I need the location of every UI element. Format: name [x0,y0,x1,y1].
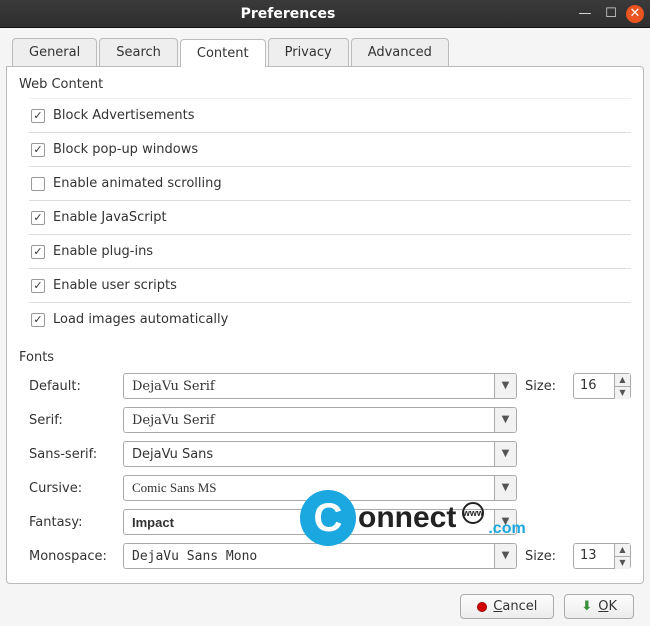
window-title: Preferences [6,6,570,22]
checkbox-icon[interactable] [31,177,45,191]
tab-general[interactable]: General [12,38,97,66]
tab-bar: General Search Content Privacy Advanced [6,38,644,66]
tab-panel-content: Web Content Block Advertisements Block p… [6,66,644,584]
chevron-up-icon[interactable]: ▲ [615,544,630,557]
check-load-images[interactable]: Load images automatically [29,303,631,336]
spin-value: 13 [574,544,614,568]
check-enable-javascript[interactable]: Enable JavaScript [29,201,631,235]
button-label: OK [598,599,617,614]
check-label: Block Advertisements [53,108,195,123]
combo-serif-font[interactable]: DejaVu Serif ▼ [123,407,517,433]
spin-arrows[interactable]: ▲▼ [614,374,630,398]
maximize-button[interactable]: ☐ [600,4,622,24]
label-fantasy-font: Fantasy: [29,515,115,530]
titlebar: Preferences — ☐ ✕ [0,0,650,28]
label-mono-size: Size: [525,549,565,564]
label-serif-font: Serif: [29,413,115,428]
tab-privacy[interactable]: Privacy [268,38,349,66]
stop-icon [477,602,487,612]
check-block-ads[interactable]: Block Advertisements [29,99,631,133]
label-default-font: Default: [29,379,115,394]
check-enable-plugins[interactable]: Enable plug-ins [29,235,631,269]
combo-cursive-font[interactable]: Comic Sans MS ▼ [123,475,517,501]
web-content-checklist: Block Advertisements Block pop-up window… [29,98,631,336]
chevron-down-icon[interactable]: ▼ [494,544,516,568]
chevron-down-icon[interactable]: ▼ [494,476,516,500]
fonts-grid: Default: DejaVu Serif ▼ Size: 16 ▲▼ Seri… [29,373,631,569]
check-label: Enable animated scrolling [53,176,222,191]
combo-mono-font[interactable]: DejaVu Sans Mono ▼ [123,543,517,569]
chevron-up-icon[interactable]: ▲ [615,374,630,387]
spin-default-size[interactable]: 16 ▲▼ [573,373,631,399]
check-block-popups[interactable]: Block pop-up windows [29,133,631,167]
tab-search[interactable]: Search [99,38,178,66]
check-enable-user-scripts[interactable]: Enable user scripts [29,269,631,303]
chevron-down-icon[interactable]: ▼ [494,510,516,534]
dialog-buttons: Cancel ⬇ OK [6,584,644,619]
chevron-down-icon[interactable]: ▼ [615,557,630,569]
tab-content[interactable]: Content [180,39,266,67]
minimize-button[interactable]: — [574,4,596,24]
combo-value: Comic Sans MS [124,480,494,496]
combo-value: DejaVu Sans Mono [124,549,494,564]
combo-value: Impact [124,515,494,530]
combo-fantasy-font[interactable]: Impact ▼ [123,509,517,535]
check-label: Enable plug-ins [53,244,153,259]
checkbox-icon[interactable] [31,313,45,327]
checkbox-icon[interactable] [31,279,45,293]
tab-advanced[interactable]: Advanced [351,38,449,66]
label-default-size: Size: [525,379,565,394]
combo-value: DejaVu Sans [124,447,494,462]
check-icon: ⬇ [581,599,592,614]
button-label: Cancel [493,599,537,614]
spin-value: 16 [574,374,614,398]
label-sans-font: Sans-serif: [29,447,115,462]
spin-mono-size[interactable]: 13 ▲▼ [573,543,631,569]
ok-button[interactable]: ⬇ OK [564,594,634,619]
check-label: Block pop-up windows [53,142,198,157]
checkbox-icon[interactable] [31,109,45,123]
checkbox-icon[interactable] [31,211,45,225]
checkbox-icon[interactable] [31,245,45,259]
close-button[interactable]: ✕ [626,5,644,23]
combo-value: DejaVu Serif [124,413,494,428]
chevron-down-icon[interactable]: ▼ [615,387,630,399]
checkbox-icon[interactable] [31,143,45,157]
section-web-content: Web Content [19,77,631,92]
spin-arrows[interactable]: ▲▼ [614,544,630,568]
label-mono-font: Monospace: [29,549,115,564]
combo-default-font[interactable]: DejaVu Serif ▼ [123,373,517,399]
section-fonts: Fonts [19,350,631,365]
combo-sans-font[interactable]: DejaVu Sans ▼ [123,441,517,467]
chevron-down-icon[interactable]: ▼ [494,442,516,466]
check-animated-scrolling[interactable]: Enable animated scrolling [29,167,631,201]
chevron-down-icon[interactable]: ▼ [494,374,516,398]
check-label: Enable user scripts [53,278,177,293]
chevron-down-icon[interactable]: ▼ [494,408,516,432]
check-label: Load images automatically [53,312,228,327]
check-label: Enable JavaScript [53,210,167,225]
label-cursive-font: Cursive: [29,481,115,496]
combo-value: DejaVu Serif [124,379,494,394]
cancel-button[interactable]: Cancel [460,594,554,619]
window-body: General Search Content Privacy Advanced … [0,28,650,625]
